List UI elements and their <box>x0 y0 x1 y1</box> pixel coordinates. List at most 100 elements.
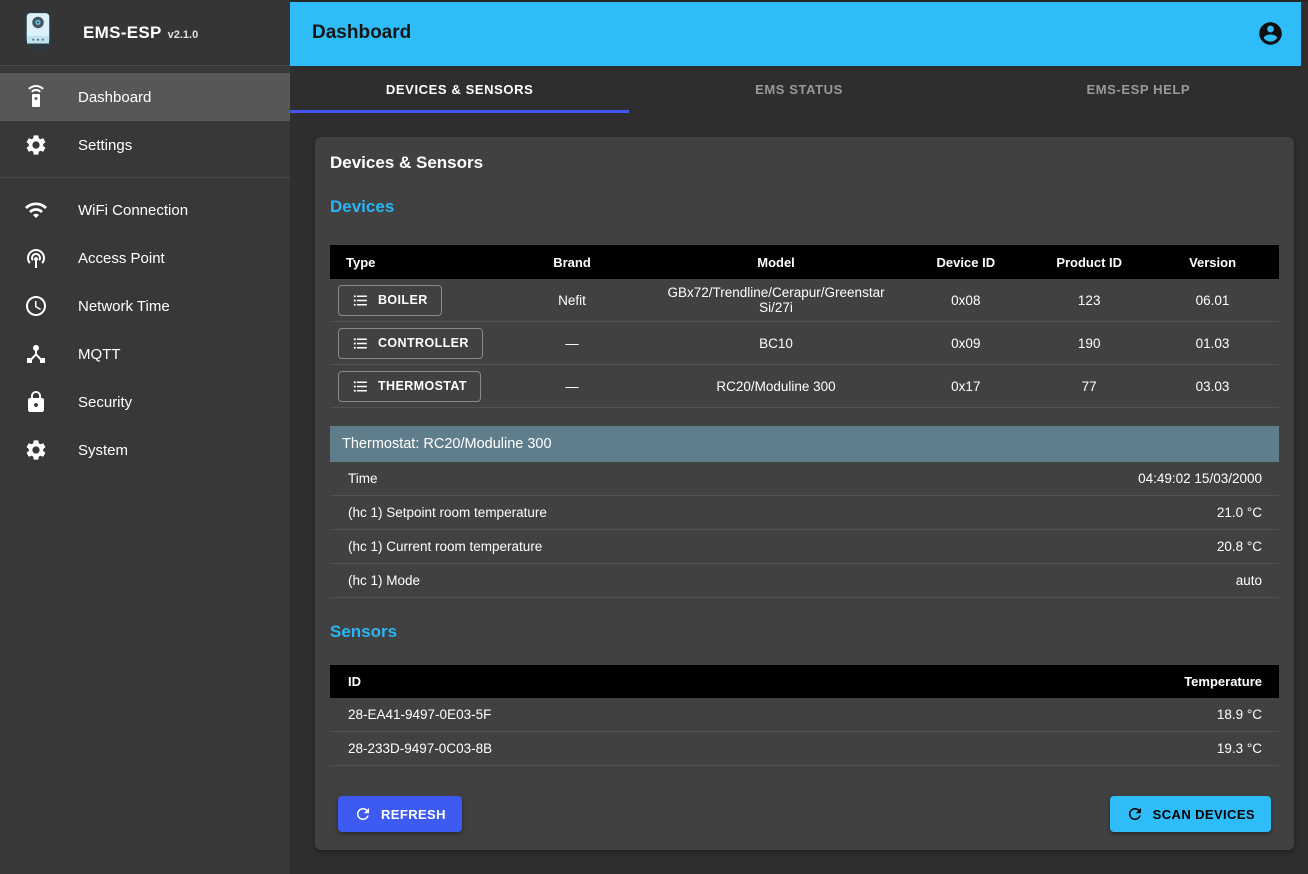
tab-devices-sensors[interactable]: DEVICES & SENSORS <box>290 66 629 113</box>
device-version: 01.03 <box>1146 336 1279 351</box>
device-brand: Nefit <box>491 293 652 308</box>
device-type-label: CONTROLLER <box>378 336 469 350</box>
app-bar: Dashboard <box>290 0 1308 66</box>
detail-value: 04:49:02 15/03/2000 <box>1138 471 1262 486</box>
sidebar-item-mqtt[interactable]: MQTT <box>0 330 290 378</box>
tab-bar: DEVICES & SENSORS EMS STATUS EMS-ESP HEL… <box>290 66 1308 113</box>
sidebar-item-label: Network Time <box>78 298 170 315</box>
tab-label: EMS STATUS <box>755 82 843 97</box>
action-buttons-row: REFRESH SCAN DEVICES <box>330 796 1279 832</box>
refresh-button[interactable]: REFRESH <box>338 796 462 832</box>
device-version: 06.01 <box>1146 293 1279 308</box>
table-row: CONTROLLER — BC10 0x09 190 01.03 <box>330 322 1279 365</box>
table-row: BOILER Nefit GBx72/Trendline/Cerapur/Gre… <box>330 279 1279 322</box>
card-title: Devices & Sensors <box>330 153 1279 173</box>
sidebar: EMS-ESP v2.1.0 Dashboard Settings WiFi C… <box>0 0 290 874</box>
sensors-table-header: ID Temperature <box>330 665 1279 698</box>
column-header-device-id: Device ID <box>899 255 1032 270</box>
sidebar-item-dashboard[interactable]: Dashboard <box>0 73 290 121</box>
sidebar-item-security[interactable]: Security <box>0 378 290 426</box>
table-row: THERMOSTAT — RC20/Moduline 300 0x17 77 0… <box>330 365 1279 408</box>
device-type-button-thermostat[interactable]: THERMOSTAT <box>338 371 481 402</box>
thermostat-detail-header: Thermostat: RC20/Moduline 300 <box>330 426 1279 462</box>
device-type-label: BOILER <box>378 293 428 307</box>
sensor-id: 28-EA41-9497-0E03-5F <box>348 707 491 722</box>
sensors-heading: Sensors <box>330 622 1279 642</box>
column-header-temperature: Temperature <box>1184 674 1262 689</box>
detail-label: (hc 1) Setpoint room temperature <box>348 505 547 520</box>
table-row: (hc 1) Setpoint room temperature 21.0 °C <box>330 496 1279 530</box>
active-tab-indicator <box>290 110 629 113</box>
sidebar-item-label: Security <box>78 394 132 411</box>
tab-ems-status[interactable]: EMS STATUS <box>629 66 968 113</box>
device-type-label: THERMOSTAT <box>378 379 467 393</box>
devices-table-header: Type Brand Model Device ID Product ID Ve… <box>330 245 1279 279</box>
device-product-id: 123 <box>1032 293 1146 308</box>
table-row: 28-233D-9497-0C03-8B 19.3 °C <box>330 732 1279 766</box>
clock-icon <box>24 294 48 318</box>
column-header-brand: Brand <box>491 255 652 270</box>
device-id: 0x09 <box>899 336 1032 351</box>
app-version: v2.1.0 <box>168 29 199 41</box>
app-name: EMS-ESP <box>83 23 162 43</box>
column-header-model: Model <box>653 255 900 270</box>
refresh-icon <box>354 805 372 823</box>
device-id: 0x17 <box>899 379 1032 394</box>
thermostat-detail-table: Time 04:49:02 15/03/2000 (hc 1) Setpoint… <box>330 462 1279 598</box>
sensor-id: 28-233D-9497-0C03-8B <box>348 741 492 756</box>
device-brand: — <box>491 336 652 351</box>
detail-label: (hc 1) Current room temperature <box>348 539 542 554</box>
sidebar-item-system[interactable]: System <box>0 426 290 474</box>
sidebar-nav: Dashboard Settings WiFi Connection Acces… <box>0 66 290 474</box>
content-area: Devices & Sensors Devices Type Brand Mod… <box>290 113 1308 874</box>
device-model: BC10 <box>653 336 900 351</box>
list-icon <box>352 335 369 352</box>
sensors-table: ID Temperature 28-EA41-9497-0E03-5F 18.9… <box>330 665 1279 766</box>
sidebar-item-wifi-connection[interactable]: WiFi Connection <box>0 186 290 234</box>
refresh-button-label: REFRESH <box>381 807 446 822</box>
detail-value: 21.0 °C <box>1217 505 1262 520</box>
device-model: GBx72/Trendline/Cerapur/Greenstar Si/27i <box>653 285 900 315</box>
scrollbar-track[interactable] <box>1301 0 1308 874</box>
sidebar-item-settings[interactable]: Settings <box>0 121 290 169</box>
table-row: (hc 1) Current room temperature 20.8 °C <box>330 530 1279 564</box>
lock-icon <box>24 390 48 414</box>
sidebar-item-label: MQTT <box>78 346 121 363</box>
wifi-tethering-icon <box>24 246 48 270</box>
table-row: Time 04:49:02 15/03/2000 <box>330 462 1279 496</box>
account-button[interactable] <box>1257 20 1284 47</box>
device-id: 0x08 <box>899 293 1032 308</box>
device-type-button-controller[interactable]: CONTROLLER <box>338 328 483 359</box>
device-product-id: 77 <box>1032 379 1146 394</box>
sidebar-item-label: System <box>78 442 128 459</box>
window-top-edge <box>290 0 1308 2</box>
tab-ems-esp-help[interactable]: EMS-ESP HELP <box>969 66 1308 113</box>
column-header-version: Version <box>1146 255 1279 270</box>
gear-icon <box>24 133 48 157</box>
sensor-temperature: 19.3 °C <box>1217 741 1262 756</box>
sidebar-item-network-time[interactable]: Network Time <box>0 282 290 330</box>
remote-icon <box>24 85 48 109</box>
sidebar-item-access-point[interactable]: Access Point <box>0 234 290 282</box>
device-product-id: 190 <box>1032 336 1146 351</box>
hub-icon <box>24 342 48 366</box>
device-model: RC20/Moduline 300 <box>653 379 900 394</box>
detail-label: Time <box>348 471 378 486</box>
devices-sensors-card: Devices & Sensors Devices Type Brand Mod… <box>315 137 1294 850</box>
account-circle-icon <box>1257 20 1284 47</box>
scan-devices-button[interactable]: SCAN DEVICES <box>1110 796 1271 832</box>
device-type-button-boiler[interactable]: BOILER <box>338 285 442 316</box>
column-header-type: Type <box>330 255 491 270</box>
devices-table: Type Brand Model Device ID Product ID Ve… <box>330 245 1279 408</box>
column-header-product-id: Product ID <box>1032 255 1146 270</box>
table-row: 28-EA41-9497-0E03-5F 18.9 °C <box>330 698 1279 732</box>
sidebar-divider <box>0 177 290 178</box>
device-version: 03.03 <box>1146 379 1279 394</box>
refresh-icon <box>1126 805 1144 823</box>
sidebar-item-label: Dashboard <box>78 89 151 106</box>
gear-icon <box>24 438 48 462</box>
table-row: (hc 1) Mode auto <box>330 564 1279 598</box>
main-area: Dashboard DEVICES & SENSORS EMS STATUS E… <box>290 0 1308 874</box>
list-icon <box>352 292 369 309</box>
devices-heading: Devices <box>330 197 1279 217</box>
